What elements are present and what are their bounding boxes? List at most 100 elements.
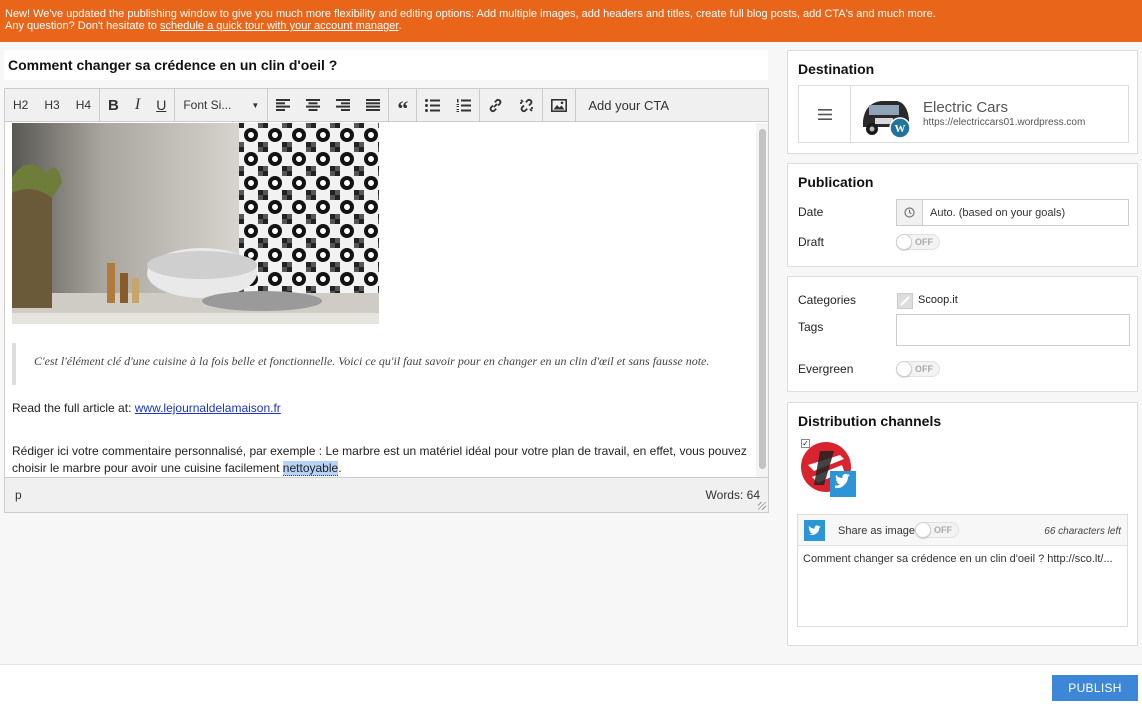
insert-image-button[interactable] xyxy=(543,89,575,122)
bold-button[interactable]: B xyxy=(100,89,127,122)
bullet-list-button[interactable] xyxy=(417,89,448,122)
categories-card: Categories Scoop.it Tags Evergreen OFF xyxy=(787,276,1138,392)
numbered-list-button[interactable] xyxy=(448,89,479,122)
image-icon xyxy=(551,98,568,112)
h3-button[interactable]: H3 xyxy=(36,89,67,122)
comment-end: . xyxy=(338,461,342,475)
font-size-dropdown[interactable]: Font Si... ▼ xyxy=(175,89,267,122)
editor-toolbar: H2 H3 H4 B I U Font Si... ▼ “ Add your C… xyxy=(5,88,768,122)
announcement-banner: New! We've updated the publishing window… xyxy=(0,0,1142,42)
personal-comment: Rédiger ici votre commentaire personnali… xyxy=(12,443,747,477)
destination-menu-button[interactable] xyxy=(799,86,851,142)
date-value: Auto. (based on your goals) xyxy=(930,207,1066,219)
article-source-link[interactable]: www.lejournaldelamaison.fr xyxy=(135,401,281,415)
destination-selector[interactable]: W Electric Cars https://electriccars01.w… xyxy=(798,85,1129,143)
destination-title: Destination xyxy=(798,61,875,77)
read-more-line: Read the full article at: www.lejournald… xyxy=(12,401,281,415)
tags-label: Tags xyxy=(798,320,824,334)
selected-word: nettoyable xyxy=(282,461,339,476)
post-title-input[interactable] xyxy=(4,50,768,80)
share-toggle-state: OFF xyxy=(934,525,952,535)
tweet-text-area[interactable]: Comment changer sa crédence en un clin d… xyxy=(803,553,1113,565)
remove-link-button[interactable] xyxy=(511,89,542,122)
align-right-button[interactable] xyxy=(328,89,358,122)
destination-thumbnail: W xyxy=(859,91,913,139)
date-label: Date xyxy=(798,205,824,219)
editor-content[interactable]: C'est l'élément clé d'une cuisine à la f… xyxy=(5,123,755,477)
category-value[interactable]: Scoop.it xyxy=(918,294,958,306)
banner-line-2-suffix: . xyxy=(398,20,402,32)
banner-line-2: Any question? Don't hesitate to schedule… xyxy=(5,20,1137,32)
draft-toggle-state: OFF xyxy=(915,237,933,247)
destination-url: https://electriccars01.wordpress.com xyxy=(923,117,1086,128)
link-icon xyxy=(490,98,502,112)
draft-toggle[interactable]: OFF xyxy=(896,234,940,250)
banner-line-1: New! We've updated the publishing window… xyxy=(5,8,936,20)
distribution-card: Distribution channels ✓ Share as image O… xyxy=(787,402,1138,646)
resize-handle[interactable] xyxy=(758,502,766,510)
publication-title: Publication xyxy=(798,174,874,190)
align-left-icon xyxy=(276,99,291,111)
underline-button[interactable]: U xyxy=(148,89,174,122)
bullet-list-icon xyxy=(425,98,441,112)
article-image[interactable] xyxy=(12,123,379,324)
align-right-icon xyxy=(336,99,351,111)
add-cta-button[interactable]: Add your CTA xyxy=(576,89,681,122)
align-center-button[interactable] xyxy=(298,89,328,122)
align-center-icon xyxy=(306,99,321,111)
characters-left: 66 characters left xyxy=(1044,526,1121,537)
insert-link-button[interactable] xyxy=(480,89,511,122)
share-as-image-label: Share as image xyxy=(838,525,916,537)
evergreen-label: Evergreen xyxy=(798,362,854,376)
toggle-knob xyxy=(896,361,912,377)
share-as-image-toggle[interactable]: OFF xyxy=(915,522,959,538)
element-path[interactable]: p xyxy=(15,488,22,502)
quote-text: C'est l'élément clé d'une cuisine à la f… xyxy=(34,354,710,368)
twitter-post-box: Share as image OFF 66 characters left Co… xyxy=(797,514,1128,627)
evergreen-toggle[interactable]: OFF xyxy=(896,361,940,377)
twitter-post-header: Share as image OFF 66 characters left xyxy=(798,515,1127,546)
justify-button[interactable] xyxy=(358,89,388,122)
publish-button[interactable]: PUBLISH xyxy=(1052,675,1138,701)
blockquote: C'est l'élément clé d'une cuisine à la f… xyxy=(12,343,747,385)
banner-line-2-prefix: Any question? Don't hesitate to xyxy=(5,20,160,32)
word-count: Words: 64 xyxy=(705,488,760,502)
destination-card: Destination W Electric Cars https://elec… xyxy=(787,50,1138,154)
categories-label: Categories xyxy=(798,293,857,307)
channel-account-logo[interactable] xyxy=(800,441,856,497)
numbered-list-icon xyxy=(456,98,472,112)
distribution-title: Distribution channels xyxy=(798,413,942,429)
caret-down-icon: ▼ xyxy=(251,100,260,110)
channel-checkbox[interactable]: ✓ xyxy=(801,439,810,448)
blockquote-button[interactable]: “ xyxy=(389,89,416,122)
h2-button[interactable]: H2 xyxy=(5,89,36,122)
svg-text:W: W xyxy=(895,123,906,135)
twitter-icon xyxy=(804,520,825,541)
schedule-tour-link[interactable]: schedule a quick tour with your account … xyxy=(160,20,398,32)
editor-panel: H2 H3 H4 B I U Font Si... ▼ xyxy=(0,42,778,664)
tags-input[interactable] xyxy=(896,314,1130,346)
toggle-knob xyxy=(915,522,931,538)
quote-icon: “ xyxy=(397,96,409,121)
date-field[interactable]: Auto. (based on your goals) xyxy=(896,199,1129,226)
comment-text: Rédiger ici votre commentaire personnali… xyxy=(12,444,747,475)
destination-name: Electric Cars xyxy=(923,99,1009,116)
editor-scrollbar[interactable] xyxy=(756,123,768,477)
unlink-icon xyxy=(520,98,534,112)
settings-panel: Destination W Electric Cars https://elec… xyxy=(778,42,1142,664)
hamburger-icon xyxy=(817,108,832,120)
footer-bar: PUBLISH xyxy=(0,664,1142,706)
font-size-label: Font Si... xyxy=(183,98,232,112)
read-more-label: Read the full article at: xyxy=(12,401,135,415)
evergreen-toggle-state: OFF xyxy=(915,364,933,374)
draft-label: Draft xyxy=(798,235,825,249)
scrollbar-thumb[interactable] xyxy=(759,129,766,469)
italic-button[interactable]: I xyxy=(127,89,148,122)
h4-button[interactable]: H4 xyxy=(68,89,99,122)
kitchen-photo xyxy=(12,123,379,324)
align-left-button[interactable] xyxy=(268,89,298,122)
clock-icon xyxy=(897,200,923,225)
toggle-knob xyxy=(896,234,912,250)
rich-text-editor: H2 H3 H4 B I U Font Si... ▼ “ Add your C… xyxy=(4,88,769,513)
category-icon[interactable] xyxy=(897,293,913,309)
